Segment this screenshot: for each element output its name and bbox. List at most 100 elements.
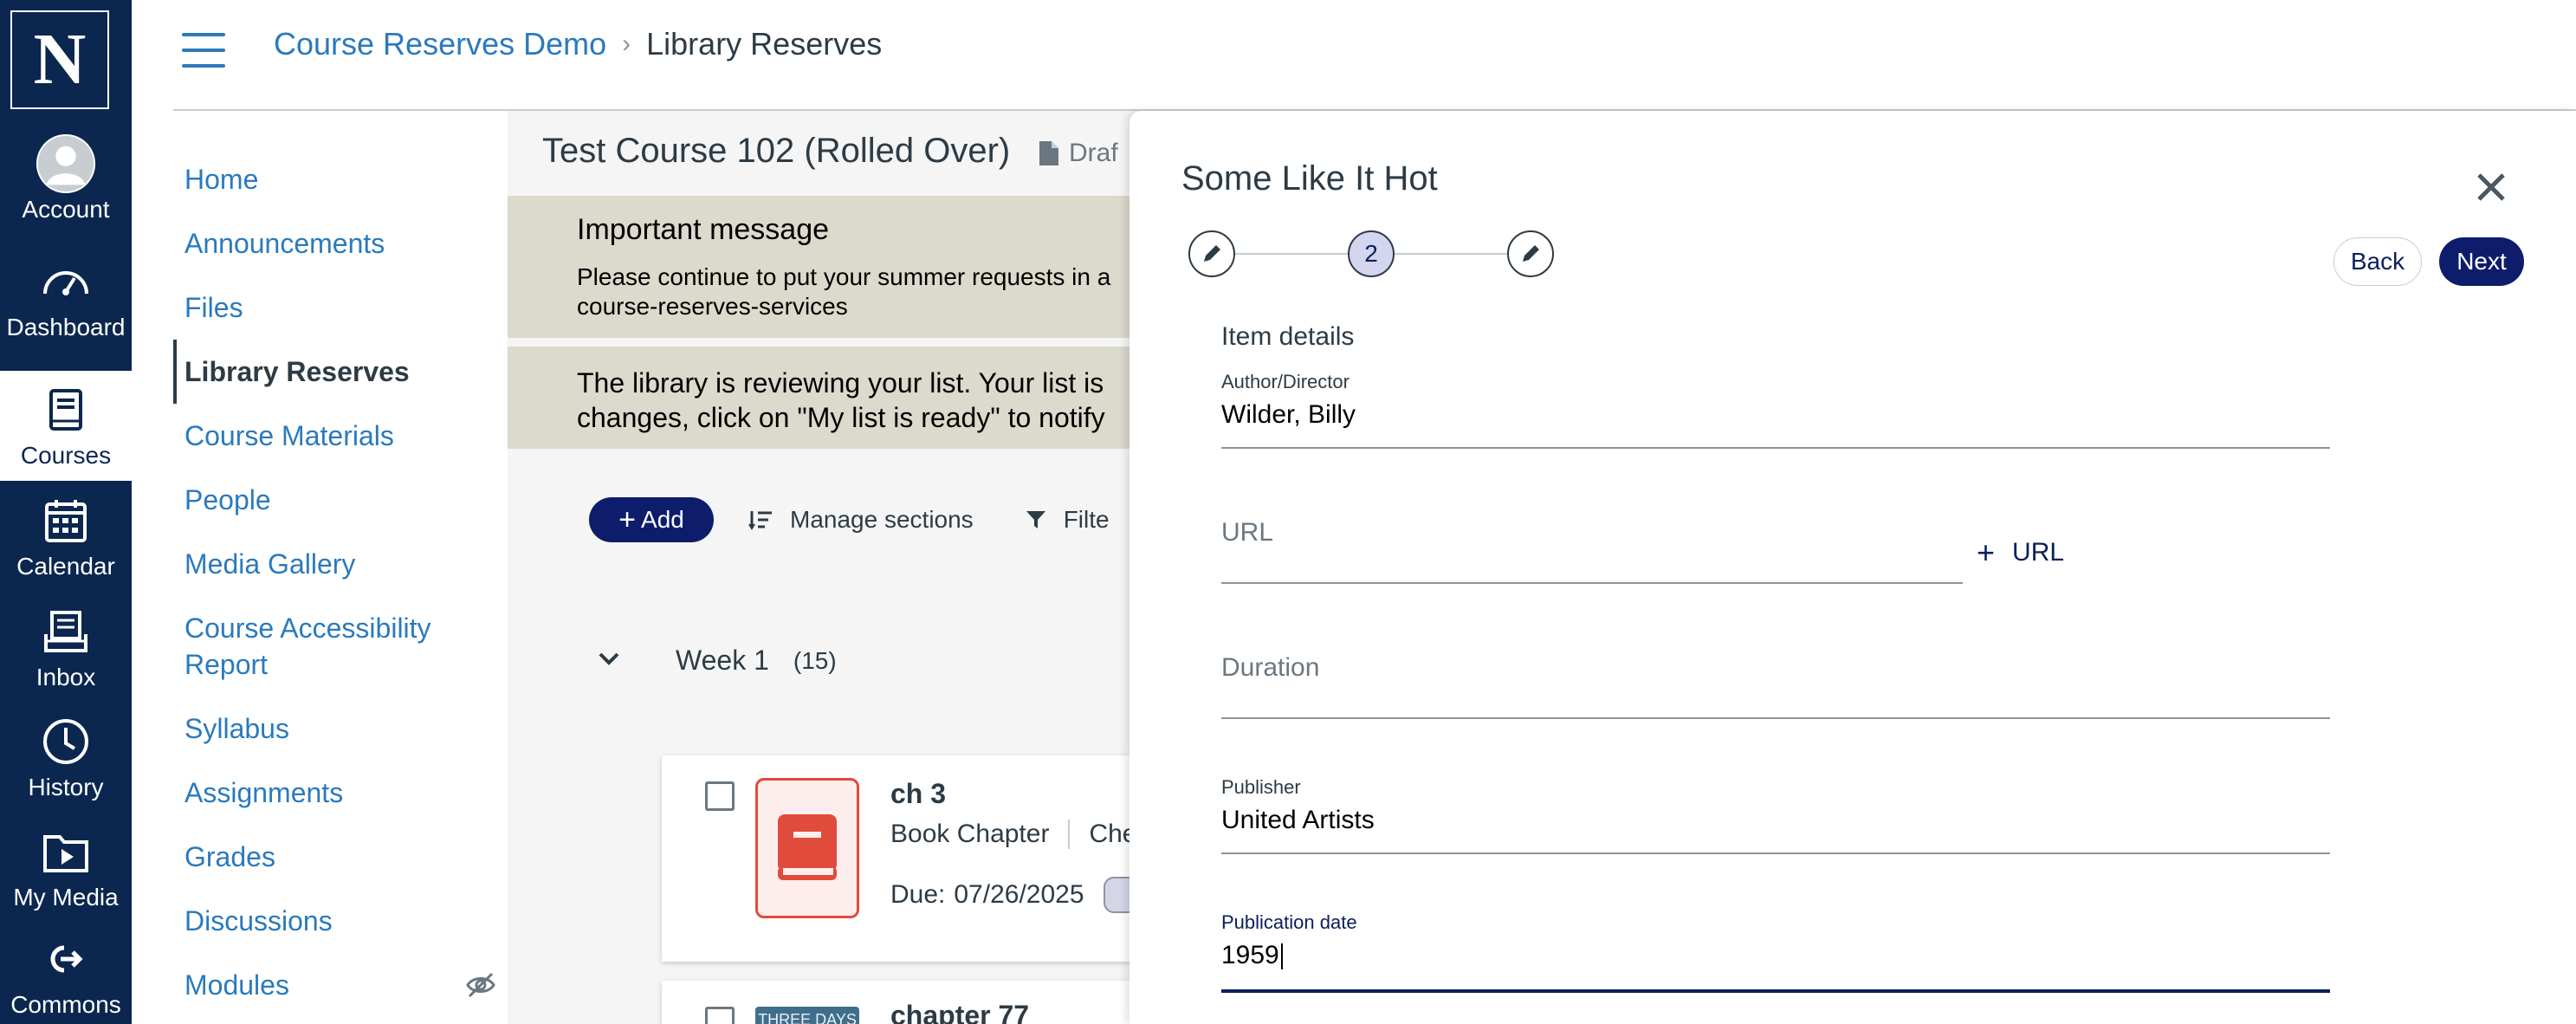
global-nav-dashboard[interactable]: Dashboard xyxy=(0,243,132,353)
manage-sections-label: Manage sections xyxy=(790,506,974,533)
course-nav-library-reserves[interactable]: Library Reserves xyxy=(173,340,502,404)
global-nav: N Account Dashboard Courses Calendar Inb… xyxy=(0,0,132,1024)
step-1-edit-icon[interactable] xyxy=(1188,230,1235,277)
history-icon xyxy=(35,715,97,768)
item-type: Book Chapter xyxy=(890,820,1050,848)
add-button-label: Add xyxy=(641,506,684,533)
course-nav-discussions[interactable]: Discussions xyxy=(173,889,502,953)
global-nav-commons[interactable]: Commons xyxy=(0,920,132,1024)
step-3-edit-icon[interactable] xyxy=(1507,230,1554,277)
week-item-count: (15) xyxy=(793,646,837,674)
my-media-icon xyxy=(35,825,97,878)
add-url-button[interactable]: + URL xyxy=(1977,537,2064,568)
global-nav-courses-label: Courses xyxy=(20,441,112,469)
global-nav-account-label: Account xyxy=(22,195,110,223)
manage-sections-button[interactable]: Manage sections xyxy=(748,506,974,534)
item-select-checkbox[interactable] xyxy=(705,1007,735,1024)
drawer-title: Some Like It Hot xyxy=(1181,159,1438,198)
author-director-value: Wilder, Billy xyxy=(1221,400,1356,429)
author-director-label: Author/Director xyxy=(1221,371,1349,392)
week-label: Week 1 xyxy=(676,645,769,676)
close-icon[interactable] xyxy=(2474,170,2508,204)
due-date: 07/26/2025 xyxy=(954,880,1084,909)
sort-list-icon xyxy=(748,511,772,530)
breadcrumb-current: Library Reserves xyxy=(646,26,883,62)
global-nav-calendar[interactable]: Calendar xyxy=(0,482,132,592)
add-button[interactable]: + Add xyxy=(589,497,714,542)
document-icon xyxy=(1039,141,1058,165)
global-nav-courses[interactable]: Courses xyxy=(0,371,132,481)
author-director-field[interactable]: Author/Director Wilder, Billy xyxy=(1221,371,2330,449)
publisher-field[interactable]: Publisher United Artists xyxy=(1221,776,2330,854)
global-nav-calendar-label: Calendar xyxy=(16,552,115,580)
item-title-link[interactable]: ch 3 xyxy=(890,778,946,810)
publisher-label: Publisher xyxy=(1221,776,1301,798)
course-nav-syllabus[interactable]: Syllabus xyxy=(173,697,502,761)
global-nav-history-label: History xyxy=(28,773,104,800)
stepper-connector xyxy=(1395,253,1507,255)
course-nav-course-materials[interactable]: Course Materials xyxy=(173,404,502,468)
publisher-value: United Artists xyxy=(1221,806,1375,834)
review-status-banner: The library is reviewing your list. Your… xyxy=(508,347,1201,449)
courses-icon xyxy=(35,383,97,437)
publication-date-label: Publication date xyxy=(1221,911,1357,933)
reserves-toolbar: + Add Manage sections Filte xyxy=(589,497,1110,542)
course-nav-accessibility-report[interactable]: Course Accessibility Report xyxy=(173,596,433,697)
app-root: N Account Dashboard Courses Calendar Inb… xyxy=(0,0,2576,1024)
step-2-current[interactable]: 2 xyxy=(1348,230,1395,277)
filter-button[interactable]: Filte xyxy=(1026,506,1110,534)
course-nav-modules[interactable]: Modules xyxy=(173,953,502,1017)
course-nav-modules-label: Modules xyxy=(184,969,289,1001)
global-nav-my-media-label: My Media xyxy=(13,883,119,911)
university-logo[interactable]: N xyxy=(10,10,109,109)
book-cover-thumbnail: THREE DAYS xyxy=(755,1007,859,1024)
course-nav-media-gallery[interactable]: Media Gallery xyxy=(173,532,502,596)
week-section-header: Week 1 (15) xyxy=(598,645,837,677)
dashboard-icon xyxy=(35,255,97,308)
stepper-connector xyxy=(1235,253,1348,255)
item-details-heading: Item details xyxy=(1221,322,1355,351)
course-nav-home[interactable]: Home xyxy=(173,147,502,211)
chevron-down-icon[interactable] xyxy=(598,651,620,671)
field-underline-focused xyxy=(1221,989,2330,993)
field-underline xyxy=(1221,447,2330,449)
url-field[interactable]: URL xyxy=(1221,518,1963,584)
breadcrumb-separator: › xyxy=(622,29,631,58)
global-nav-account[interactable]: Account xyxy=(0,125,132,235)
course-nav-files[interactable]: Files xyxy=(173,275,502,340)
next-button[interactable]: Next xyxy=(2439,237,2524,286)
review-banner-body: The library is reviewing your list. Your… xyxy=(577,367,1105,433)
item-select-checkbox[interactable] xyxy=(705,781,735,811)
publication-date-input[interactable]: 1959 xyxy=(1221,941,2330,974)
hamburger-menu-button[interactable] xyxy=(182,33,225,68)
course-nav-grades[interactable]: Grades xyxy=(173,825,502,889)
global-nav-history[interactable]: History xyxy=(0,703,132,813)
breadcrumb: Course Reserves Demo › Library Reserves xyxy=(274,26,882,62)
logo-letter: N xyxy=(33,19,87,100)
course-nav-assignments[interactable]: Assignments xyxy=(173,761,502,825)
plus-icon: + xyxy=(1977,535,1996,570)
global-nav-my-media[interactable]: My Media xyxy=(0,813,132,923)
course-nav-people[interactable]: People xyxy=(173,468,502,532)
course-nav-announcements[interactable]: Announcements xyxy=(173,211,502,275)
due-label: Due: xyxy=(890,880,946,909)
commons-icon xyxy=(35,932,97,986)
banner-body: Please continue to put your summer reque… xyxy=(577,263,1111,320)
publication-date-field[interactable]: Publication date 1959 xyxy=(1221,911,2330,993)
global-nav-dashboard-label: Dashboard xyxy=(6,313,126,340)
global-nav-inbox[interactable]: Inbox xyxy=(0,593,132,703)
account-icon xyxy=(35,133,97,193)
item-title-link[interactable]: chapter 77 xyxy=(890,1000,1029,1024)
course-status: Draf xyxy=(1038,139,1118,168)
duration-field[interactable]: Duration xyxy=(1221,653,2330,719)
global-nav-inbox-label: Inbox xyxy=(36,663,96,690)
field-underline xyxy=(1221,582,1963,584)
calendar-icon xyxy=(35,494,97,548)
publication-date-value: 1959 xyxy=(1221,941,1279,969)
inbox-icon xyxy=(35,605,97,658)
important-message-banner: Important message Please continue to put… xyxy=(508,196,1201,338)
eye-slash-icon xyxy=(466,972,495,1005)
item-meta: Book Chapter Cher xyxy=(890,820,1145,849)
breadcrumb-course-link[interactable]: Course Reserves Demo xyxy=(274,26,606,62)
back-button[interactable]: Back xyxy=(2333,237,2422,286)
